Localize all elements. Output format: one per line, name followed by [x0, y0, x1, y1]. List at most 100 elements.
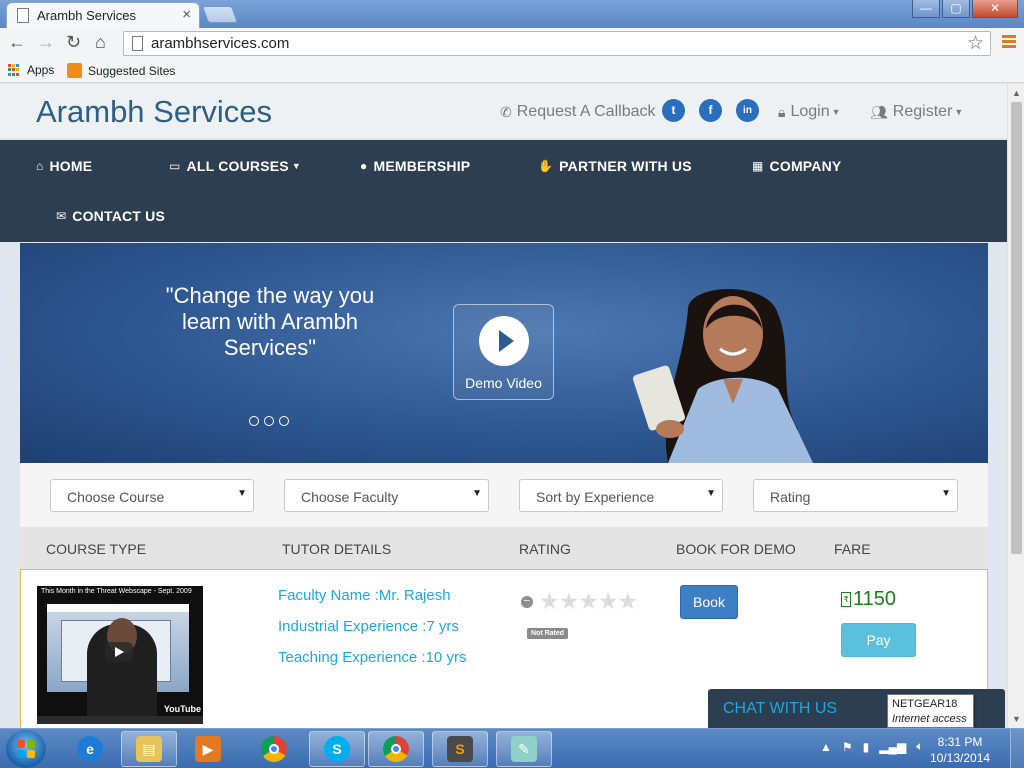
taskbar-chrome-active[interactable]: [368, 731, 424, 767]
nav-contact-label: CONTACT US: [72, 208, 165, 224]
carousel-dot-1[interactable]: [249, 416, 259, 426]
home-browser-icon[interactable]: ⌂: [95, 32, 106, 53]
nav-partner-with-us[interactable]: ✋ PARTNER WITH US: [538, 158, 692, 174]
envelope-icon: ✉: [56, 209, 67, 223]
register-label: Register: [892, 103, 953, 120]
taskbar-notepad[interactable]: ✎: [496, 731, 552, 767]
rating-select[interactable]: Rating ▼: [753, 479, 958, 512]
page-favicon-icon: [17, 8, 29, 23]
brand-logo-text[interactable]: Arambh Services: [36, 94, 272, 130]
phone-icon: ✆: [500, 103, 512, 120]
tab-title: Arambh Services: [37, 8, 136, 23]
carousel-dot-2[interactable]: [264, 416, 274, 426]
thumbs-up-icon: ✋: [538, 159, 554, 173]
reset-rating-icon[interactable]: −: [521, 596, 533, 608]
system-tray: ▲ ⚑ ▮ ▂▄▆ 🔈︎: [820, 739, 933, 754]
fare-value: 1150: [853, 588, 897, 610]
chrome-menu-icon[interactable]: [1002, 35, 1016, 50]
taskbar-internet-explorer[interactable]: e: [62, 731, 118, 767]
nav-home[interactable]: ⌂ HOME: [36, 158, 92, 174]
nav-partner-label: PARTNER WITH US: [559, 158, 692, 174]
battery-icon[interactable]: ▮: [863, 740, 870, 754]
network-signal-icon[interactable]: ▂▄▆: [879, 740, 906, 754]
twitter-icon[interactable]: t: [662, 99, 685, 122]
select-arrow-icon: ▼: [706, 488, 716, 499]
windows-logo-icon: [17, 740, 35, 758]
network-tooltip: NETGEAR18 Internet access: [887, 694, 974, 728]
facebook-icon[interactable]: f: [699, 99, 722, 122]
course-video-thumbnail[interactable]: This Month in the Threat Webscape - Sept…: [37, 586, 203, 724]
scroll-up-arrow-icon[interactable]: ▲: [1012, 88, 1021, 98]
action-center-flag-icon[interactable]: ⚑: [842, 740, 853, 754]
window-controls: — ▢ ✕: [910, 0, 1018, 18]
linkedin-icon[interactable]: in: [736, 99, 759, 122]
nav-company[interactable]: ▦ COMPANY: [752, 158, 841, 174]
th-tutor-details: TUTOR DETAILS: [282, 541, 392, 557]
suggested-sites-icon: [67, 63, 82, 78]
media-player-icon: ▶: [195, 736, 221, 762]
login-dropdown[interactable]: 🔒︎ Login ▼: [778, 103, 841, 121]
system-clock[interactable]: 8:31 PM 10/13/2014: [930, 734, 990, 766]
not-rated-badge: Not Rated: [527, 628, 569, 639]
taskbar-file-explorer[interactable]: ▤: [121, 731, 177, 767]
chrome-icon: [383, 736, 409, 762]
bookmark-star-icon[interactable]: ☆: [967, 32, 984, 55]
nav-company-label: COMPANY: [769, 158, 842, 174]
minimize-button[interactable]: —: [912, 0, 940, 18]
video-controls[interactable]: [37, 716, 203, 724]
nav-membership[interactable]: ● MEMBERSHIP: [360, 158, 470, 174]
maximize-button[interactable]: ▢: [942, 0, 970, 18]
volume-icon[interactable]: 🔈︎: [916, 739, 923, 754]
clock-date: 10/13/2014: [930, 751, 991, 765]
nav-all-courses[interactable]: ▭ ALL COURSES ▼: [169, 158, 301, 174]
choose-faculty-select[interactable]: Choose Faculty ▼: [284, 479, 489, 512]
page-viewport: Arambh Services ✆ Request A Callback t f…: [0, 84, 1007, 728]
new-tab-button[interactable]: [201, 6, 239, 23]
show-hidden-icons-arrow-icon[interactable]: ▲: [820, 740, 832, 754]
bookmark-apps-label: Apps: [27, 63, 55, 77]
request-callback-link[interactable]: ✆ Request A Callback: [500, 103, 655, 121]
scrollbar-thumb[interactable]: [1011, 102, 1022, 554]
show-desktop-button[interactable]: [1010, 729, 1024, 768]
hero-woman-with-tablet-image: [633, 289, 813, 463]
rating-value: Rating: [770, 489, 811, 505]
network-status: Internet access: [892, 713, 967, 725]
start-button[interactable]: [6, 730, 46, 768]
bookmark-apps[interactable]: Apps: [8, 63, 54, 77]
taskbar-media-player[interactable]: ▶: [180, 731, 236, 767]
book-demo-button[interactable]: Book: [680, 585, 738, 619]
lock-icon: 🔒︎: [778, 103, 786, 120]
bookmark-suggested-label: Suggested Sites: [88, 63, 176, 78]
page-scrollbar[interactable]: ▲ ▼: [1007, 84, 1024, 728]
demo-video-button[interactable]: Demo Video: [453, 304, 554, 400]
nav-contact-us[interactable]: ✉ CONTACT US: [56, 208, 165, 224]
taskbar-skype[interactable]: S: [309, 731, 365, 767]
sort-experience-select[interactable]: Sort by Experience ▼: [519, 479, 723, 512]
star-rating-icons[interactable]: ★★★★★: [539, 588, 638, 615]
video-play-icon[interactable]: [105, 642, 133, 662]
reload-icon[interactable]: ↻: [66, 32, 81, 53]
tab-close-button[interactable]: ×: [182, 6, 191, 23]
back-arrow-icon[interactable]: ←: [8, 32, 26, 53]
apps-grid-icon: [8, 63, 21, 77]
address-bar[interactable]: arambhservices.com ☆: [123, 31, 991, 56]
url-text[interactable]: arambhservices.com: [151, 35, 289, 52]
request-callback-label: Request A Callback: [516, 103, 656, 120]
card-icon: ▭: [169, 159, 181, 173]
select-arrow-icon: ▼: [472, 488, 482, 499]
carousel-indicators: [249, 416, 294, 426]
browser-tab[interactable]: Arambh Services ×: [6, 2, 200, 28]
register-dropdown[interactable]: 👥︎ Register ▼: [870, 103, 963, 121]
carousel-dot-3[interactable]: [279, 416, 289, 426]
choose-course-select[interactable]: Choose Course ▼: [50, 479, 254, 512]
close-window-button[interactable]: ✕: [972, 0, 1018, 18]
choose-course-value: Choose Course: [67, 489, 165, 505]
users-icon: 👥︎: [870, 103, 888, 120]
taskbar-sublime-text[interactable]: S: [432, 731, 488, 767]
taskbar-chrome[interactable]: [246, 731, 302, 767]
scroll-down-arrow-icon[interactable]: ▼: [1012, 714, 1021, 724]
forward-arrow-icon[interactable]: →: [37, 32, 55, 53]
bookmark-suggested-sites[interactable]: Suggested Sites: [67, 63, 175, 78]
nav-all-courses-label: ALL COURSES: [186, 158, 289, 174]
pay-button[interactable]: Pay: [841, 623, 916, 657]
